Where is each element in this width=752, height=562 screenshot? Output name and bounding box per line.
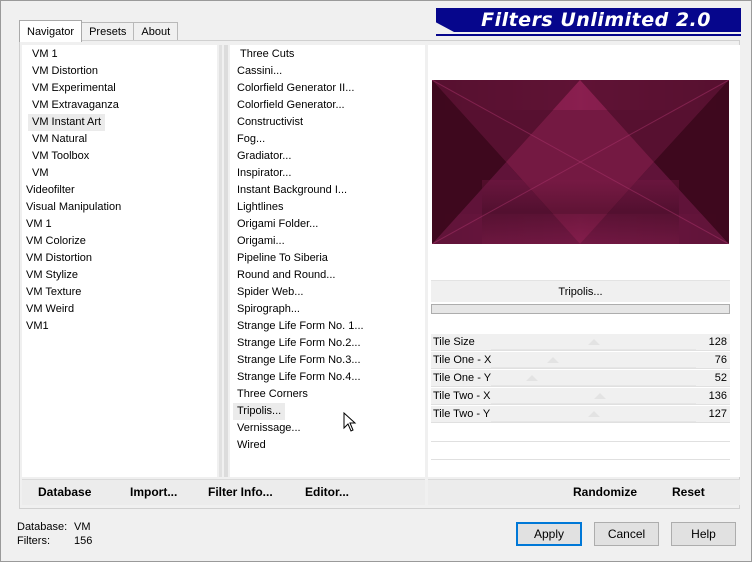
parameter-value: 127 (708, 408, 727, 420)
slider-thumb[interactable] (587, 411, 600, 417)
filter-item[interactable]: Cassini... (237, 63, 282, 80)
parameter-slider[interactable]: Tile One - X 76 (431, 352, 730, 369)
tab-about[interactable]: About (133, 22, 179, 41)
filter-item[interactable]: Inspirator... (237, 165, 291, 182)
filter-item[interactable]: Lightlines (237, 199, 283, 216)
apply-button[interactable]: Apply (516, 522, 582, 546)
banner-underline (436, 34, 741, 36)
database-button[interactable]: Database (38, 485, 91, 499)
randomize-button[interactable]: Randomize (573, 485, 637, 499)
category-item[interactable]: VM Distortion (26, 250, 92, 267)
parameter-label: Tile Two - Y (433, 408, 491, 420)
filter-item[interactable]: Strange Life Form No. 1... (237, 318, 364, 335)
category-item[interactable]: VM Distortion (32, 63, 98, 80)
slider-track[interactable] (491, 421, 696, 422)
category-item[interactable]: VM Experimental (32, 80, 116, 97)
parameter-value: 136 (708, 390, 727, 402)
slider-thumb[interactable] (546, 357, 559, 363)
editor-button[interactable]: Editor... (305, 485, 349, 499)
filter-info-button[interactable]: Filter Info... (208, 485, 273, 499)
filter-item[interactable]: Strange Life Form No.3... (237, 352, 361, 369)
filter-item[interactable]: Round and Round... (237, 267, 335, 284)
parameter-slider[interactable]: Tile Two - Y 127 (431, 406, 730, 423)
slider-thumb[interactable] (587, 339, 600, 345)
filter-item[interactable]: Colorfield Generator... (237, 97, 345, 114)
current-filter-name: Tripolis... (431, 280, 730, 302)
filter-item[interactable]: Wired (237, 437, 266, 454)
empty-slider-slot (431, 425, 730, 442)
parameter-value: 128 (708, 336, 727, 348)
tab-bar: Navigator Presets About (19, 19, 179, 42)
slider-track[interactable] (491, 385, 696, 386)
slider-track[interactable] (491, 403, 696, 404)
category-item[interactable]: VM (32, 165, 49, 182)
category-list-scrollbar[interactable] (219, 45, 222, 477)
slider-thumb[interactable] (593, 393, 606, 399)
filter-item[interactable]: Three Cuts (240, 46, 294, 63)
slider-track[interactable] (491, 367, 696, 368)
filter-item[interactable]: Vernissage... (237, 420, 301, 437)
progress-bar (431, 304, 730, 314)
category-item[interactable]: VM Texture (26, 284, 81, 301)
category-item[interactable]: Videofilter (26, 182, 75, 199)
tab-presets[interactable]: Presets (81, 22, 135, 41)
filter-item[interactable]: Origami... (237, 233, 285, 250)
category-item[interactable]: VM 1 (32, 46, 58, 63)
filter-preview-image (432, 80, 729, 244)
reset-button[interactable]: Reset (672, 485, 705, 499)
parameter-slider[interactable]: Tile One - Y 52 (431, 370, 730, 387)
splitter[interactable] (224, 45, 228, 477)
parameter-slider[interactable]: Tile Size 128 (431, 334, 730, 351)
database-label: Database: (17, 521, 68, 533)
parameter-label: Tile Two - X (433, 390, 491, 402)
mouse-pointer-icon (343, 411, 357, 435)
filter-item[interactable]: Tripolis... (233, 403, 286, 420)
parameter-label: Tile One - X (433, 354, 492, 366)
filter-list[interactable]: Three Cuts Cassini... Colorfield Generator… (230, 45, 425, 477)
import-button[interactable]: Import... (130, 485, 177, 499)
filter-item[interactable]: Constructivist (237, 114, 303, 131)
filter-item[interactable]: Fog... (237, 131, 265, 148)
category-list[interactable]: VM 1 VM Distortion VM Experimental VM Extra… (22, 45, 217, 477)
filter-item[interactable]: Three Corners (237, 386, 308, 403)
help-button[interactable]: Help (671, 522, 736, 546)
database-value: VM (74, 521, 91, 533)
category-item[interactable]: VM 1 (26, 216, 52, 233)
category-item[interactable]: VM Stylize (26, 267, 78, 284)
brand-banner: Filters Unlimited 2.0 (436, 8, 741, 32)
brand-title: Filters Unlimited 2.0 (481, 9, 711, 31)
filters-label: Filters: (17, 535, 50, 547)
category-item[interactable]: VM1 (26, 318, 49, 335)
cancel-button[interactable]: Cancel (594, 522, 659, 546)
filter-item[interactable]: Spider Web... (237, 284, 303, 301)
filter-item[interactable]: Pipeline To Siberia (237, 250, 328, 267)
parameter-label: Tile One - Y (433, 372, 492, 384)
category-item[interactable]: VM Colorize (26, 233, 86, 250)
parameter-toolbar: Randomize Reset (428, 479, 740, 505)
category-item[interactable]: Visual Manipulation (26, 199, 121, 216)
database-toolbar: Database Import... Filter Info... Editor… (22, 479, 425, 505)
filter-item[interactable]: Strange Life Form No.4... (237, 369, 361, 386)
category-item[interactable]: VM Instant Art (28, 114, 106, 131)
tab-navigator[interactable]: Navigator (19, 20, 83, 42)
category-item[interactable]: VM Toolbox (32, 148, 89, 165)
slider-track[interactable] (491, 349, 696, 350)
parameter-value: 52 (714, 372, 727, 384)
category-item[interactable]: VM Natural (32, 131, 87, 148)
empty-slider-slot (431, 443, 730, 460)
parameter-value: 76 (714, 354, 727, 366)
parameter-label: Tile Size (433, 336, 475, 348)
category-item[interactable]: VM Extravaganza (32, 97, 119, 114)
slider-thumb[interactable] (526, 375, 538, 381)
filter-item[interactable]: Gradiator... (237, 148, 291, 165)
category-item[interactable]: VM Weird (26, 301, 74, 318)
filter-item[interactable]: Instant Background I... (237, 182, 347, 199)
filter-item[interactable]: Strange Life Form No.2... (237, 335, 361, 352)
filter-item[interactable]: Origami Folder... (237, 216, 318, 233)
filter-item[interactable]: Spirograph... (237, 301, 300, 318)
filters-count: 156 (74, 535, 93, 547)
parameter-slider[interactable]: Tile Two - X 136 (431, 388, 730, 405)
filter-item[interactable]: Colorfield Generator II... (237, 80, 354, 97)
